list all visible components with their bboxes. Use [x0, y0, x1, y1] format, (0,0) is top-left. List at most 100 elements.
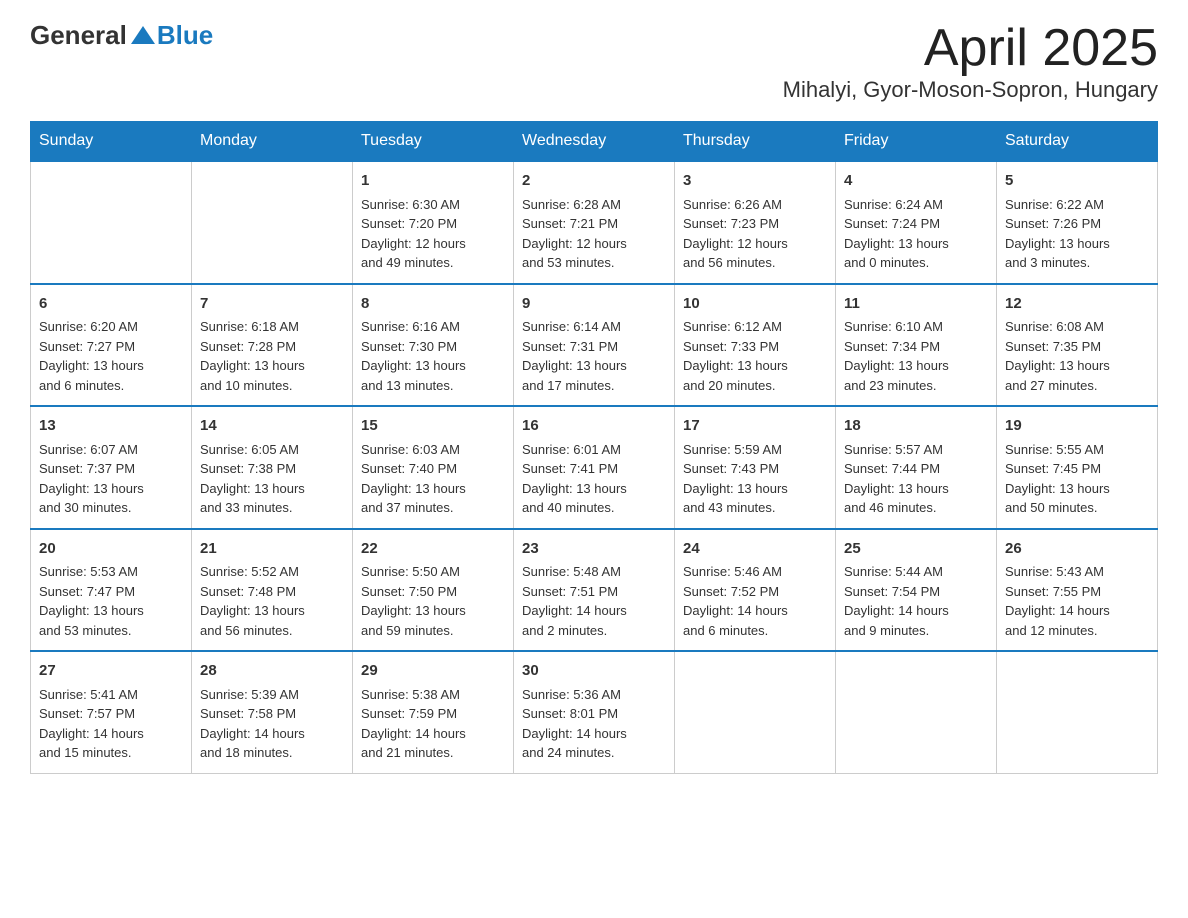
day-number: 12 — [1005, 293, 1149, 316]
day-number: 2 — [522, 170, 666, 193]
day-number: 26 — [1005, 538, 1149, 561]
calendar-cell: 5Sunrise: 6:22 AM Sunset: 7:26 PM Daylig… — [997, 161, 1158, 284]
day-info: Sunrise: 6:30 AM Sunset: 7:20 PM Dayligh… — [361, 195, 505, 273]
day-info: Sunrise: 6:10 AM Sunset: 7:34 PM Dayligh… — [844, 317, 988, 395]
logo-general: General — [30, 20, 127, 51]
day-info: Sunrise: 5:41 AM Sunset: 7:57 PM Dayligh… — [39, 685, 183, 763]
day-number: 15 — [361, 415, 505, 438]
calendar-cell: 27Sunrise: 5:41 AM Sunset: 7:57 PM Dayli… — [31, 651, 192, 773]
calendar-cell: 24Sunrise: 5:46 AM Sunset: 7:52 PM Dayli… — [675, 529, 836, 652]
day-number: 14 — [200, 415, 344, 438]
day-info: Sunrise: 6:03 AM Sunset: 7:40 PM Dayligh… — [361, 440, 505, 518]
day-number: 9 — [522, 293, 666, 316]
day-info: Sunrise: 6:05 AM Sunset: 7:38 PM Dayligh… — [200, 440, 344, 518]
day-number: 25 — [844, 538, 988, 561]
day-info: Sunrise: 6:26 AM Sunset: 7:23 PM Dayligh… — [683, 195, 827, 273]
day-info: Sunrise: 6:08 AM Sunset: 7:35 PM Dayligh… — [1005, 317, 1149, 395]
calendar-cell: 26Sunrise: 5:43 AM Sunset: 7:55 PM Dayli… — [997, 529, 1158, 652]
calendar-header-row: SundayMondayTuesdayWednesdayThursdayFrid… — [31, 122, 1158, 162]
day-info: Sunrise: 6:01 AM Sunset: 7:41 PM Dayligh… — [522, 440, 666, 518]
calendar-week-1: 1Sunrise: 6:30 AM Sunset: 7:20 PM Daylig… — [31, 161, 1158, 284]
day-info: Sunrise: 5:55 AM Sunset: 7:45 PM Dayligh… — [1005, 440, 1149, 518]
calendar-cell: 11Sunrise: 6:10 AM Sunset: 7:34 PM Dayli… — [836, 284, 997, 407]
calendar-cell: 14Sunrise: 6:05 AM Sunset: 7:38 PM Dayli… — [192, 406, 353, 529]
calendar-cell: 8Sunrise: 6:16 AM Sunset: 7:30 PM Daylig… — [353, 284, 514, 407]
day-info: Sunrise: 6:24 AM Sunset: 7:24 PM Dayligh… — [844, 195, 988, 273]
day-number: 3 — [683, 170, 827, 193]
calendar-cell: 17Sunrise: 5:59 AM Sunset: 7:43 PM Dayli… — [675, 406, 836, 529]
logo-blue: Blue — [157, 20, 213, 51]
day-info: Sunrise: 5:36 AM Sunset: 8:01 PM Dayligh… — [522, 685, 666, 763]
day-info: Sunrise: 6:14 AM Sunset: 7:31 PM Dayligh… — [522, 317, 666, 395]
logo: General Blue — [30, 20, 213, 51]
day-info: Sunrise: 6:07 AM Sunset: 7:37 PM Dayligh… — [39, 440, 183, 518]
day-number: 24 — [683, 538, 827, 561]
day-number: 28 — [200, 660, 344, 683]
calendar-cell — [31, 161, 192, 284]
calendar-week-2: 6Sunrise: 6:20 AM Sunset: 7:27 PM Daylig… — [31, 284, 1158, 407]
day-info: Sunrise: 6:12 AM Sunset: 7:33 PM Dayligh… — [683, 317, 827, 395]
day-number: 29 — [361, 660, 505, 683]
day-number: 6 — [39, 293, 183, 316]
day-number: 8 — [361, 293, 505, 316]
day-number: 16 — [522, 415, 666, 438]
calendar-cell: 23Sunrise: 5:48 AM Sunset: 7:51 PM Dayli… — [514, 529, 675, 652]
calendar-table: SundayMondayTuesdayWednesdayThursdayFrid… — [30, 121, 1158, 774]
day-info: Sunrise: 6:22 AM Sunset: 7:26 PM Dayligh… — [1005, 195, 1149, 273]
calendar-cell: 15Sunrise: 6:03 AM Sunset: 7:40 PM Dayli… — [353, 406, 514, 529]
day-info: Sunrise: 5:57 AM Sunset: 7:44 PM Dayligh… — [844, 440, 988, 518]
day-info: Sunrise: 5:50 AM Sunset: 7:50 PM Dayligh… — [361, 562, 505, 640]
calendar-cell: 16Sunrise: 6:01 AM Sunset: 7:41 PM Dayli… — [514, 406, 675, 529]
calendar-cell: 21Sunrise: 5:52 AM Sunset: 7:48 PM Dayli… — [192, 529, 353, 652]
calendar-week-3: 13Sunrise: 6:07 AM Sunset: 7:37 PM Dayli… — [31, 406, 1158, 529]
day-info: Sunrise: 5:52 AM Sunset: 7:48 PM Dayligh… — [200, 562, 344, 640]
page-header: General Blue April 2025 Mihalyi, Gyor-Mo… — [30, 20, 1158, 103]
day-info: Sunrise: 6:28 AM Sunset: 7:21 PM Dayligh… — [522, 195, 666, 273]
day-number: 7 — [200, 293, 344, 316]
calendar-header-sunday: Sunday — [31, 122, 192, 162]
calendar-cell: 9Sunrise: 6:14 AM Sunset: 7:31 PM Daylig… — [514, 284, 675, 407]
day-number: 1 — [361, 170, 505, 193]
day-number: 30 — [522, 660, 666, 683]
calendar-cell: 20Sunrise: 5:53 AM Sunset: 7:47 PM Dayli… — [31, 529, 192, 652]
calendar-cell: 3Sunrise: 6:26 AM Sunset: 7:23 PM Daylig… — [675, 161, 836, 284]
day-info: Sunrise: 6:18 AM Sunset: 7:28 PM Dayligh… — [200, 317, 344, 395]
calendar-cell: 12Sunrise: 6:08 AM Sunset: 7:35 PM Dayli… — [997, 284, 1158, 407]
calendar-cell — [997, 651, 1158, 773]
calendar-cell — [836, 651, 997, 773]
day-info: Sunrise: 5:53 AM Sunset: 7:47 PM Dayligh… — [39, 562, 183, 640]
day-info: Sunrise: 5:59 AM Sunset: 7:43 PM Dayligh… — [683, 440, 827, 518]
calendar-cell — [192, 161, 353, 284]
day-number: 13 — [39, 415, 183, 438]
calendar-header-wednesday: Wednesday — [514, 122, 675, 162]
calendar-header-saturday: Saturday — [997, 122, 1158, 162]
calendar-cell: 2Sunrise: 6:28 AM Sunset: 7:21 PM Daylig… — [514, 161, 675, 284]
calendar-cell: 25Sunrise: 5:44 AM Sunset: 7:54 PM Dayli… — [836, 529, 997, 652]
day-info: Sunrise: 5:43 AM Sunset: 7:55 PM Dayligh… — [1005, 562, 1149, 640]
calendar-week-4: 20Sunrise: 5:53 AM Sunset: 7:47 PM Dayli… — [31, 529, 1158, 652]
calendar-cell: 4Sunrise: 6:24 AM Sunset: 7:24 PM Daylig… — [836, 161, 997, 284]
calendar-cell — [675, 651, 836, 773]
calendar-header-thursday: Thursday — [675, 122, 836, 162]
calendar-week-5: 27Sunrise: 5:41 AM Sunset: 7:57 PM Dayli… — [31, 651, 1158, 773]
day-number: 20 — [39, 538, 183, 561]
page-subtitle: Mihalyi, Gyor-Moson-Sopron, Hungary — [783, 77, 1158, 103]
calendar-header-friday: Friday — [836, 122, 997, 162]
day-info: Sunrise: 5:48 AM Sunset: 7:51 PM Dayligh… — [522, 562, 666, 640]
calendar-cell: 22Sunrise: 5:50 AM Sunset: 7:50 PM Dayli… — [353, 529, 514, 652]
calendar-cell: 19Sunrise: 5:55 AM Sunset: 7:45 PM Dayli… — [997, 406, 1158, 529]
calendar-cell: 18Sunrise: 5:57 AM Sunset: 7:44 PM Dayli… — [836, 406, 997, 529]
day-info: Sunrise: 5:39 AM Sunset: 7:58 PM Dayligh… — [200, 685, 344, 763]
day-number: 17 — [683, 415, 827, 438]
title-block: April 2025 Mihalyi, Gyor-Moson-Sopron, H… — [783, 20, 1158, 103]
calendar-header-tuesday: Tuesday — [353, 122, 514, 162]
day-number: 11 — [844, 293, 988, 316]
day-number: 23 — [522, 538, 666, 561]
day-number: 22 — [361, 538, 505, 561]
calendar-cell: 1Sunrise: 6:30 AM Sunset: 7:20 PM Daylig… — [353, 161, 514, 284]
calendar-header-monday: Monday — [192, 122, 353, 162]
day-info: Sunrise: 6:20 AM Sunset: 7:27 PM Dayligh… — [39, 317, 183, 395]
day-number: 4 — [844, 170, 988, 193]
day-info: Sunrise: 6:16 AM Sunset: 7:30 PM Dayligh… — [361, 317, 505, 395]
calendar-cell: 13Sunrise: 6:07 AM Sunset: 7:37 PM Dayli… — [31, 406, 192, 529]
